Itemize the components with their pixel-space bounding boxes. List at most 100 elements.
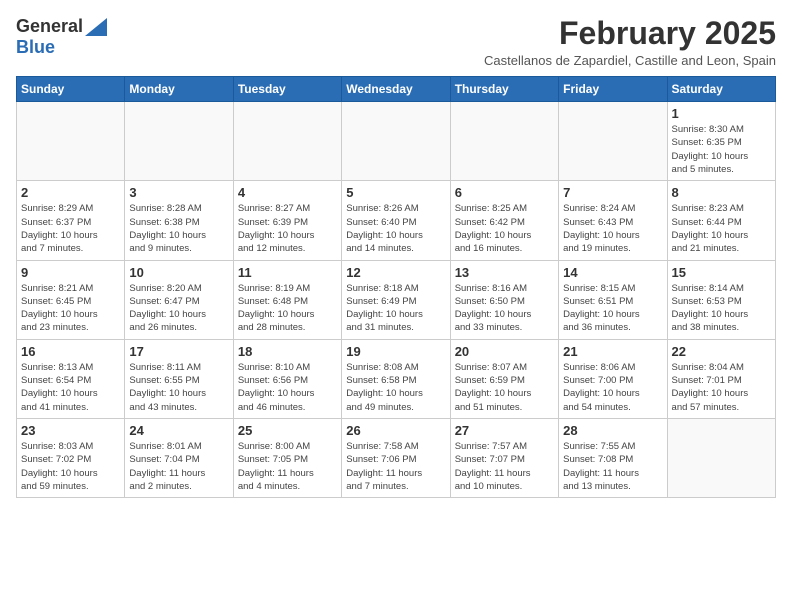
calendar-day-cell (17, 102, 125, 181)
day-number: 15 (672, 265, 771, 280)
calendar-day-cell: 26 Sunrise: 7:58 AM Sunset: 7:06 PM Dayli… (342, 418, 450, 497)
day-number: 5 (346, 185, 445, 200)
calendar-day-cell: 6Sunrise: 8:25 AM Sunset: 6:42 PM Daylig… (450, 181, 558, 260)
day-number: 13 (455, 265, 554, 280)
calendar-day-cell: 13 Sunrise: 8:16 AM Sunset: 6:50 PM Dayli… (450, 260, 558, 339)
calendar-day-cell (559, 102, 667, 181)
day-number: 22 (672, 344, 771, 359)
day-info: Sunrise: 8:30 AM Sunset: 6:35 PM Dayligh… (672, 123, 771, 176)
calendar-day-cell: 5 Sunrise: 8:26 AM Sunset: 6:40 PM Daylig… (342, 181, 450, 260)
day-number: 9 (21, 265, 120, 280)
calendar-day-cell: 18 Sunrise: 8:10 AM Sunset: 6:56 PM Dayli… (233, 339, 341, 418)
calendar-day-cell: 1Sunrise: 8:30 AM Sunset: 6:35 PM Daylig… (667, 102, 775, 181)
calendar-day-cell (342, 102, 450, 181)
day-number: 17 (129, 344, 228, 359)
day-header-sunday: Sunday (17, 77, 125, 102)
location-subtitle: Castellanos de Zapardiel, Castille and L… (484, 53, 776, 68)
day-info: Sunrise: 7:55 AM Sunset: 7:08 PM Dayligh… (563, 440, 662, 493)
calendar-day-cell: 12Sunrise: 8:18 AM Sunset: 6:49 PM Dayli… (342, 260, 450, 339)
day-number: 14 (563, 265, 662, 280)
day-number: 7 (563, 185, 662, 200)
day-info: Sunrise: 8:28 AM Sunset: 6:38 PM Dayligh… (129, 202, 228, 255)
day-header-tuesday: Tuesday (233, 77, 341, 102)
day-number: 8 (672, 185, 771, 200)
day-number: 4 (238, 185, 337, 200)
calendar-week-row: 1Sunrise: 8:30 AM Sunset: 6:35 PM Daylig… (17, 102, 776, 181)
page-header: General Blue February 2025 Castellanos d… (16, 16, 776, 68)
day-info: Sunrise: 8:03 AM Sunset: 7:02 PM Dayligh… (21, 440, 120, 493)
calendar-week-row: 23 Sunrise: 8:03 AM Sunset: 7:02 PM Dayli… (17, 418, 776, 497)
day-header-thursday: Thursday (450, 77, 558, 102)
calendar-day-cell: 10Sunrise: 8:20 AM Sunset: 6:47 PM Dayli… (125, 260, 233, 339)
calendar-day-cell: 27Sunrise: 7:57 AM Sunset: 7:07 PM Dayli… (450, 418, 558, 497)
calendar-week-row: 16 Sunrise: 8:13 AM Sunset: 6:54 PM Dayli… (17, 339, 776, 418)
calendar-day-cell: 11 Sunrise: 8:19 AM Sunset: 6:48 PM Dayli… (233, 260, 341, 339)
calendar-day-cell: 28 Sunrise: 7:55 AM Sunset: 7:08 PM Dayli… (559, 418, 667, 497)
day-number: 3 (129, 185, 228, 200)
day-info: Sunrise: 8:10 AM Sunset: 6:56 PM Dayligh… (238, 361, 337, 414)
day-number: 10 (129, 265, 228, 280)
day-number: 27 (455, 423, 554, 438)
calendar-day-cell: 19 Sunrise: 8:08 AM Sunset: 6:58 PM Dayli… (342, 339, 450, 418)
calendar-day-cell: 21 Sunrise: 8:06 AM Sunset: 7:00 PM Dayli… (559, 339, 667, 418)
day-info: Sunrise: 8:23 AM Sunset: 6:44 PM Dayligh… (672, 202, 771, 255)
calendar-day-cell: 3 Sunrise: 8:28 AM Sunset: 6:38 PM Daylig… (125, 181, 233, 260)
day-info: Sunrise: 8:04 AM Sunset: 7:01 PM Dayligh… (672, 361, 771, 414)
day-header-monday: Monday (125, 77, 233, 102)
day-number: 26 (346, 423, 445, 438)
day-info: Sunrise: 8:27 AM Sunset: 6:39 PM Dayligh… (238, 202, 337, 255)
logo-blue: Blue (16, 37, 55, 57)
day-number: 24 (129, 423, 228, 438)
calendar-day-cell: 15 Sunrise: 8:14 AM Sunset: 6:53 PM Dayli… (667, 260, 775, 339)
calendar-table: SundayMondayTuesdayWednesdayThursdayFrid… (16, 76, 776, 498)
day-info: Sunrise: 8:18 AM Sunset: 6:49 PM Dayligh… (346, 282, 445, 335)
day-info: Sunrise: 8:08 AM Sunset: 6:58 PM Dayligh… (346, 361, 445, 414)
day-info: Sunrise: 8:00 AM Sunset: 7:05 PM Dayligh… (238, 440, 337, 493)
calendar-day-cell: 16 Sunrise: 8:13 AM Sunset: 6:54 PM Dayli… (17, 339, 125, 418)
day-number: 19 (346, 344, 445, 359)
day-number: 21 (563, 344, 662, 359)
day-header-friday: Friday (559, 77, 667, 102)
calendar-day-cell (125, 102, 233, 181)
day-number: 23 (21, 423, 120, 438)
day-header-wednesday: Wednesday (342, 77, 450, 102)
day-info: Sunrise: 8:11 AM Sunset: 6:55 PM Dayligh… (129, 361, 228, 414)
day-info: Sunrise: 8:14 AM Sunset: 6:53 PM Dayligh… (672, 282, 771, 335)
day-info: Sunrise: 8:16 AM Sunset: 6:50 PM Dayligh… (455, 282, 554, 335)
day-number: 16 (21, 344, 120, 359)
calendar-day-cell: 25 Sunrise: 8:00 AM Sunset: 7:05 PM Dayli… (233, 418, 341, 497)
logo-general: General (16, 16, 83, 37)
day-number: 28 (563, 423, 662, 438)
calendar-week-row: 2 Sunrise: 8:29 AM Sunset: 6:37 PM Daylig… (17, 181, 776, 260)
calendar-day-cell: 14 Sunrise: 8:15 AM Sunset: 6:51 PM Dayli… (559, 260, 667, 339)
calendar-day-cell: 22 Sunrise: 8:04 AM Sunset: 7:01 PM Dayli… (667, 339, 775, 418)
day-info: Sunrise: 8:13 AM Sunset: 6:54 PM Dayligh… (21, 361, 120, 414)
day-number: 6 (455, 185, 554, 200)
day-info: Sunrise: 8:06 AM Sunset: 7:00 PM Dayligh… (563, 361, 662, 414)
day-number: 20 (455, 344, 554, 359)
day-info: Sunrise: 8:24 AM Sunset: 6:43 PM Dayligh… (563, 202, 662, 255)
day-number: 11 (238, 265, 337, 280)
day-info: Sunrise: 8:07 AM Sunset: 6:59 PM Dayligh… (455, 361, 554, 414)
calendar-week-row: 9 Sunrise: 8:21 AM Sunset: 6:45 PM Daylig… (17, 260, 776, 339)
month-title: February 2025 (484, 16, 776, 51)
day-info: Sunrise: 7:58 AM Sunset: 7:06 PM Dayligh… (346, 440, 445, 493)
calendar-day-cell: 24 Sunrise: 8:01 AM Sunset: 7:04 PM Dayli… (125, 418, 233, 497)
calendar-day-cell (450, 102, 558, 181)
day-info: Sunrise: 8:15 AM Sunset: 6:51 PM Dayligh… (563, 282, 662, 335)
day-info: Sunrise: 8:21 AM Sunset: 6:45 PM Dayligh… (21, 282, 120, 335)
day-info: Sunrise: 8:26 AM Sunset: 6:40 PM Dayligh… (346, 202, 445, 255)
day-info: Sunrise: 8:19 AM Sunset: 6:48 PM Dayligh… (238, 282, 337, 335)
logo-triangle-icon (85, 18, 107, 36)
day-number: 25 (238, 423, 337, 438)
day-header-saturday: Saturday (667, 77, 775, 102)
day-info: Sunrise: 8:29 AM Sunset: 6:37 PM Dayligh… (21, 202, 120, 255)
calendar-day-cell: 23 Sunrise: 8:03 AM Sunset: 7:02 PM Dayli… (17, 418, 125, 497)
calendar-day-cell (667, 418, 775, 497)
logo: General Blue (16, 16, 107, 58)
day-number: 2 (21, 185, 120, 200)
day-info: Sunrise: 8:01 AM Sunset: 7:04 PM Dayligh… (129, 440, 228, 493)
day-number: 18 (238, 344, 337, 359)
calendar-day-cell: 2 Sunrise: 8:29 AM Sunset: 6:37 PM Daylig… (17, 181, 125, 260)
calendar-day-cell: 20 Sunrise: 8:07 AM Sunset: 6:59 PM Dayli… (450, 339, 558, 418)
